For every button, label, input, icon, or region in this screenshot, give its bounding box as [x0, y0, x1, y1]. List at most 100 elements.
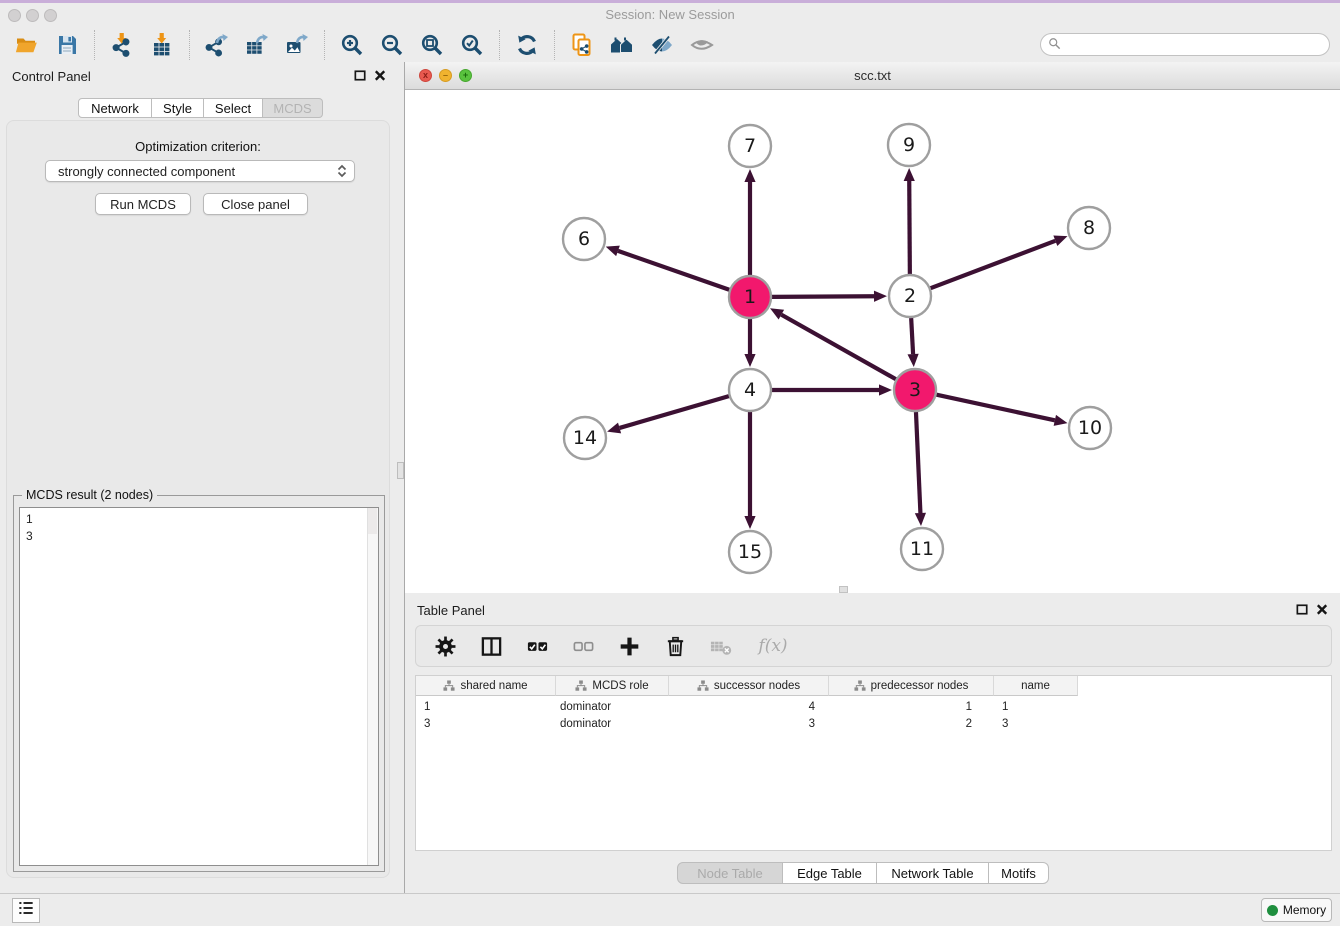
node-label: 7 [744, 135, 756, 157]
edge-3-1[interactable] [770, 308, 896, 379]
node-label: 1 [744, 286, 756, 308]
optimization-label: Optimization criterion: [7, 139, 389, 154]
criterion-select[interactable]: strongly connected component [45, 160, 355, 182]
cell-shared-name[interactable]: 1 [416, 698, 556, 715]
split-columns-icon[interactable] [478, 633, 504, 659]
float-table-panel-icon[interactable] [1295, 602, 1310, 617]
node-8[interactable]: 8 [1068, 207, 1110, 249]
edge-2-9[interactable] [904, 168, 915, 274]
network-view-window: x – + scc.txt 7968124314101511 [405, 62, 1340, 593]
criterion-value: strongly connected component [58, 164, 235, 179]
cell-name[interactable]: 3 [994, 715, 1078, 732]
edge-2-8[interactable] [931, 236, 1068, 289]
export-network-icon[interactable] [204, 32, 230, 58]
tab-select[interactable]: Select [204, 98, 263, 118]
table-row-1[interactable]: 1dominator411 [416, 698, 1078, 715]
open-icon[interactable] [14, 32, 40, 58]
export-table-icon[interactable] [244, 32, 270, 58]
control-panel: Control Panel NetworkStyleSelectMCDS Opt… [0, 62, 396, 893]
add-icon[interactable] [616, 633, 642, 659]
mcds-scrollbar[interactable] [367, 508, 378, 865]
vertical-splitter-handle[interactable] [397, 462, 404, 479]
mcds-result-line: 1 [26, 511, 378, 528]
edge-3-11[interactable] [915, 412, 926, 526]
save-icon[interactable] [54, 32, 80, 58]
node-10[interactable]: 10 [1069, 407, 1111, 449]
node-label: 9 [903, 134, 915, 156]
edge-1-7[interactable] [744, 169, 755, 275]
node-9[interactable]: 9 [888, 124, 930, 166]
tab-motifs[interactable]: Motifs [989, 862, 1049, 884]
mcds-result-text[interactable]: 13 [19, 507, 379, 866]
edge-1-4[interactable] [744, 319, 755, 367]
delete-icon[interactable] [662, 633, 688, 659]
cell-shared-name[interactable]: 3 [416, 715, 556, 732]
edge-2-3[interactable] [907, 318, 918, 367]
edge-4-15[interactable] [744, 412, 755, 529]
import-network-icon[interactable] [109, 32, 135, 58]
tab-network-table[interactable]: Network Table [877, 862, 989, 884]
show-details-icon[interactable] [689, 32, 715, 58]
network-canvas[interactable]: 7 9 6 8 1 2 4 3 14 10 15 11 [405, 90, 1340, 593]
edge-4-14[interactable] [607, 396, 729, 433]
cell-predecessor-nodes[interactable]: 1 [829, 698, 994, 715]
import-table-icon[interactable] [149, 32, 175, 58]
hide-details-icon[interactable] [649, 32, 675, 58]
node-14[interactable]: 14 [564, 417, 606, 459]
zoom-out-icon[interactable] [379, 32, 405, 58]
edge-3-10[interactable] [936, 395, 1067, 426]
node-1[interactable]: 1 [729, 276, 771, 318]
close-panel-button[interactable]: Close panel [203, 193, 308, 215]
cell-successor-nodes[interactable]: 4 [669, 698, 829, 715]
column-header-name[interactable]: name [994, 676, 1078, 696]
table-row-2[interactable]: 3dominator323 [416, 715, 1078, 732]
home-icon[interactable] [609, 32, 635, 58]
tab-network[interactable]: Network [78, 98, 152, 118]
column-label: successor nodes [714, 680, 800, 692]
tab-mcds[interactable]: MCDS [263, 98, 323, 118]
close-panel-icon[interactable] [373, 68, 388, 83]
horizontal-splitter-handle[interactable] [839, 586, 848, 593]
tree-icon [443, 680, 455, 692]
node-2[interactable]: 2 [889, 275, 931, 317]
task-history-button[interactable] [12, 898, 40, 923]
node-7[interactable]: 7 [729, 125, 771, 167]
column-header-successor-nodes[interactable]: successor nodes [669, 676, 829, 696]
node-11[interactable]: 11 [901, 528, 943, 570]
zoom-selected-icon[interactable] [459, 32, 485, 58]
node-4[interactable]: 4 [729, 369, 771, 411]
copy-network-icon[interactable] [569, 32, 595, 58]
zoom-in-icon[interactable] [339, 32, 365, 58]
select-all-icon[interactable] [524, 633, 550, 659]
delete-table-icon[interactable] [708, 633, 734, 659]
run-mcds-button[interactable]: Run MCDS [95, 193, 191, 215]
tab-node-table[interactable]: Node Table [677, 862, 783, 884]
node-15[interactable]: 15 [729, 531, 771, 573]
edge-1-6[interactable] [606, 246, 730, 290]
edge-1-2[interactable] [772, 291, 887, 302]
column-header-shared-name[interactable]: shared name [416, 676, 556, 696]
fx-icon[interactable]: f(x) [754, 633, 792, 659]
export-image-icon[interactable] [284, 32, 310, 58]
tree-icon [854, 680, 866, 692]
search-input[interactable] [1040, 33, 1330, 56]
cell-MCDS-role[interactable]: dominator [556, 698, 669, 715]
edge-4-3[interactable] [772, 384, 892, 395]
zoom-fit-icon[interactable] [419, 32, 445, 58]
column-header-predecessor-nodes[interactable]: predecessor nodes [829, 676, 994, 696]
close-table-panel-icon[interactable] [1315, 602, 1330, 617]
gear-icon[interactable] [432, 633, 458, 659]
cell-predecessor-nodes[interactable]: 2 [829, 715, 994, 732]
unselect-all-icon[interactable] [570, 633, 596, 659]
tab-edge-table[interactable]: Edge Table [783, 862, 877, 884]
node-6[interactable]: 6 [563, 218, 605, 260]
cell-name[interactable]: 1 [994, 698, 1078, 715]
cell-MCDS-role[interactable]: dominator [556, 715, 669, 732]
refresh-icon[interactable] [514, 32, 540, 58]
float-panel-icon[interactable] [353, 68, 368, 83]
column-header-MCDS-role[interactable]: MCDS role [556, 676, 669, 696]
node-3[interactable]: 3 [894, 369, 936, 411]
tab-style[interactable]: Style [152, 98, 204, 118]
memory-button[interactable]: Memory [1261, 898, 1332, 922]
cell-successor-nodes[interactable]: 3 [669, 715, 829, 732]
